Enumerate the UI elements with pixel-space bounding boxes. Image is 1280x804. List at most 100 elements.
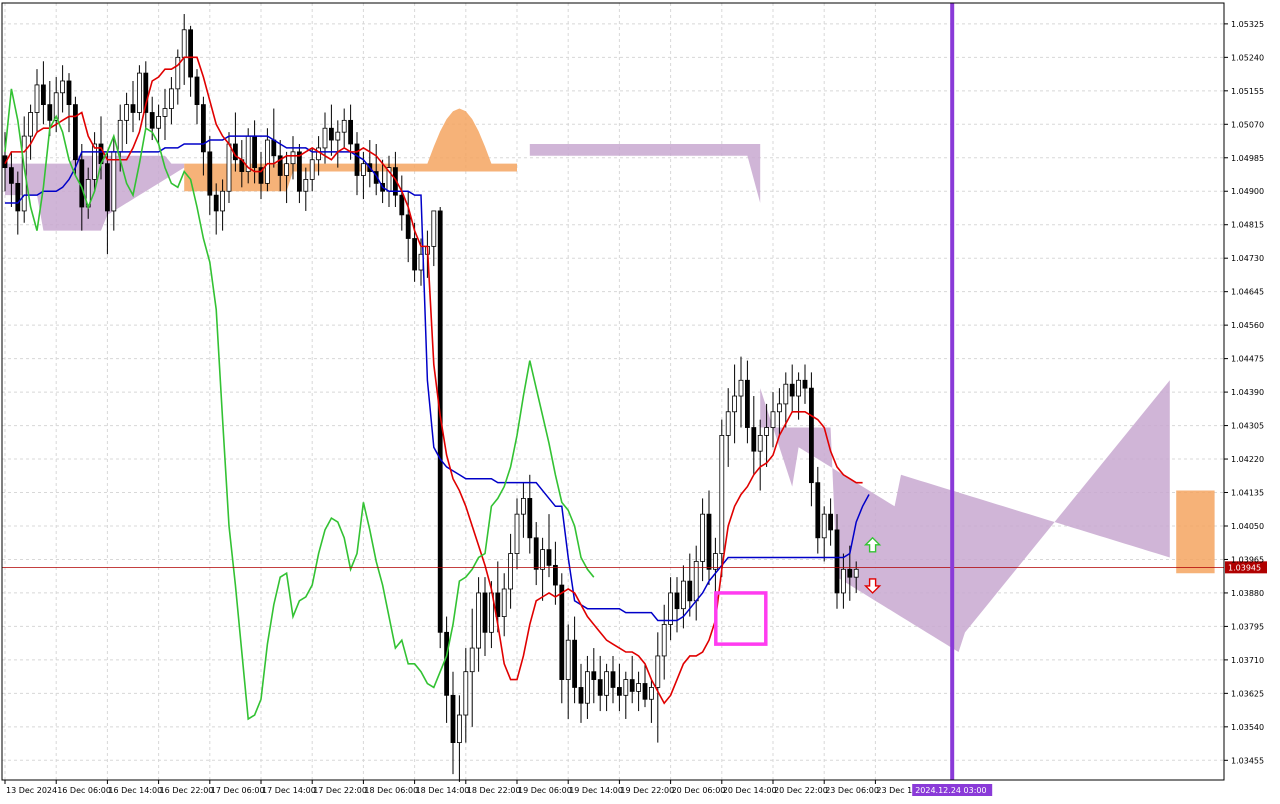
candle-bull bbox=[92, 143, 97, 180]
candle-bear bbox=[533, 537, 539, 570]
candle-bear bbox=[47, 104, 53, 121]
candle-bear bbox=[597, 679, 603, 696]
ichimoku-chart[interactable]: 1.03945 1.05325 1.05240 1.05155 1.05070 1.04… bbox=[0, 0, 1280, 800]
y-tick-label: 1.05240 bbox=[1231, 53, 1264, 62]
x-tick-label: 18 Dec 14:00 bbox=[416, 786, 470, 795]
candle-bull bbox=[60, 80, 65, 94]
y-tick-label: 1.03880 bbox=[1231, 589, 1264, 598]
candle-bear bbox=[706, 513, 712, 570]
candle-bull bbox=[360, 163, 366, 176]
candle-bull bbox=[111, 151, 117, 212]
y-tick-label: 1.04815 bbox=[1231, 221, 1264, 230]
candle-bear bbox=[296, 151, 302, 192]
candle-bull bbox=[821, 513, 827, 539]
x-tick-label: 18 Dec 06:00 bbox=[364, 786, 418, 795]
y-tick-label: 1.03455 bbox=[1231, 756, 1264, 765]
candle-bear bbox=[412, 238, 418, 271]
candle-bear bbox=[328, 127, 334, 141]
y-tick-label: 1.04390 bbox=[1231, 388, 1264, 397]
y-tick-label: 1.05070 bbox=[1231, 120, 1264, 129]
x-tick-label: 17 Dec 22:00 bbox=[313, 786, 367, 795]
candle-bull bbox=[853, 568, 859, 578]
candle-bear bbox=[559, 584, 565, 680]
candle-bear bbox=[815, 482, 821, 539]
candle-bull bbox=[514, 513, 520, 554]
candle-bear bbox=[802, 379, 808, 389]
candle-bull bbox=[28, 112, 34, 137]
candle-bull bbox=[124, 104, 129, 121]
candle-bear bbox=[617, 687, 622, 696]
candle-bull bbox=[719, 435, 725, 554]
y-tick-label: 1.03540 bbox=[1231, 723, 1264, 732]
candle-bear bbox=[553, 564, 558, 586]
candle-bear bbox=[188, 29, 194, 78]
candle-bear bbox=[809, 387, 814, 484]
y-tick-label: 1.04475 bbox=[1231, 355, 1264, 364]
candle-bear bbox=[41, 84, 46, 106]
candle-bull bbox=[540, 549, 545, 570]
candle-bull bbox=[117, 119, 123, 153]
candle-bull bbox=[501, 588, 507, 617]
candle-bear bbox=[687, 580, 693, 602]
candle-bull bbox=[175, 56, 181, 90]
kijun-sen-line bbox=[5, 135, 870, 622]
candle-bull bbox=[521, 498, 526, 515]
candle-bull bbox=[681, 580, 686, 610]
x-tick-label: 20 Dec 22:00 bbox=[774, 786, 828, 795]
candle-bull bbox=[565, 639, 571, 680]
candle-bear bbox=[207, 151, 213, 196]
candle-bear bbox=[130, 104, 136, 113]
candle-bull bbox=[264, 139, 270, 184]
candle-bear bbox=[578, 687, 584, 704]
candle-bull bbox=[476, 592, 482, 649]
y-tick-label: 1.03710 bbox=[1231, 656, 1264, 665]
candle-bull bbox=[783, 383, 789, 405]
y-tick-label: 1.04730 bbox=[1231, 254, 1264, 263]
candle-bear bbox=[482, 592, 488, 633]
candle-bull bbox=[162, 108, 168, 117]
candle-bear bbox=[354, 143, 360, 176]
candle-bull bbox=[725, 411, 731, 436]
candle-bull bbox=[770, 411, 776, 428]
candle-bull bbox=[841, 568, 846, 594]
candle-bear bbox=[610, 671, 616, 688]
candle-bull bbox=[181, 29, 187, 58]
candle-bear bbox=[642, 683, 648, 700]
x-tick-label: 19 Dec 22:00 bbox=[620, 786, 674, 795]
candle-bear bbox=[834, 529, 840, 594]
ichimoku-cloud bbox=[5, 108, 1215, 653]
axes: 1.05325 1.05240 1.05155 1.05070 1.04985 1.049… bbox=[1, 2, 1264, 796]
candle-bear bbox=[15, 182, 21, 212]
kumo-bearish-plateau bbox=[529, 143, 761, 204]
candle-bull bbox=[777, 403, 782, 413]
candle-bear bbox=[674, 592, 680, 610]
kumo-bearish-future bbox=[760, 380, 1170, 653]
x-tick-label: 16 Dec 22:00 bbox=[160, 786, 214, 795]
candle-bull bbox=[636, 683, 641, 692]
candle-bull bbox=[668, 592, 673, 625]
candlesticks bbox=[2, 14, 859, 782]
x-tick-label: 17 Dec 14:00 bbox=[262, 786, 316, 795]
y-tick-label: 1.03795 bbox=[1231, 622, 1264, 631]
candle-bear bbox=[745, 379, 750, 428]
y-tick-label: 1.05155 bbox=[1231, 87, 1264, 96]
candle-bear bbox=[271, 139, 277, 157]
kumo-bullish-future bbox=[1176, 490, 1215, 574]
candle-bear bbox=[213, 194, 219, 212]
x-tick-label: 20 Dec 14:00 bbox=[723, 786, 777, 795]
candle-bull bbox=[290, 151, 296, 165]
y-tick-label: 1.04985 bbox=[1231, 154, 1264, 163]
y-tick-label: 1.04900 bbox=[1231, 187, 1264, 196]
candle-bear bbox=[527, 498, 533, 539]
candle-bear bbox=[405, 214, 411, 239]
y-tick-label: 1.04050 bbox=[1231, 522, 1264, 531]
y-tick-label: 1.04220 bbox=[1231, 455, 1264, 464]
x-tick-label: 16 Dec 06:00 bbox=[57, 786, 111, 795]
chart-canvas[interactable]: 1.03945 1.05325 1.05240 1.05155 1.05070 1.04… bbox=[0, 0, 1280, 800]
candle-bull bbox=[226, 143, 232, 192]
candle-bull bbox=[764, 427, 769, 436]
candle-bear bbox=[847, 568, 853, 578]
candle-bull bbox=[316, 147, 322, 161]
signal-highlight-box bbox=[714, 591, 768, 646]
x-tick-label: 19 Dec 06:00 bbox=[518, 786, 572, 795]
